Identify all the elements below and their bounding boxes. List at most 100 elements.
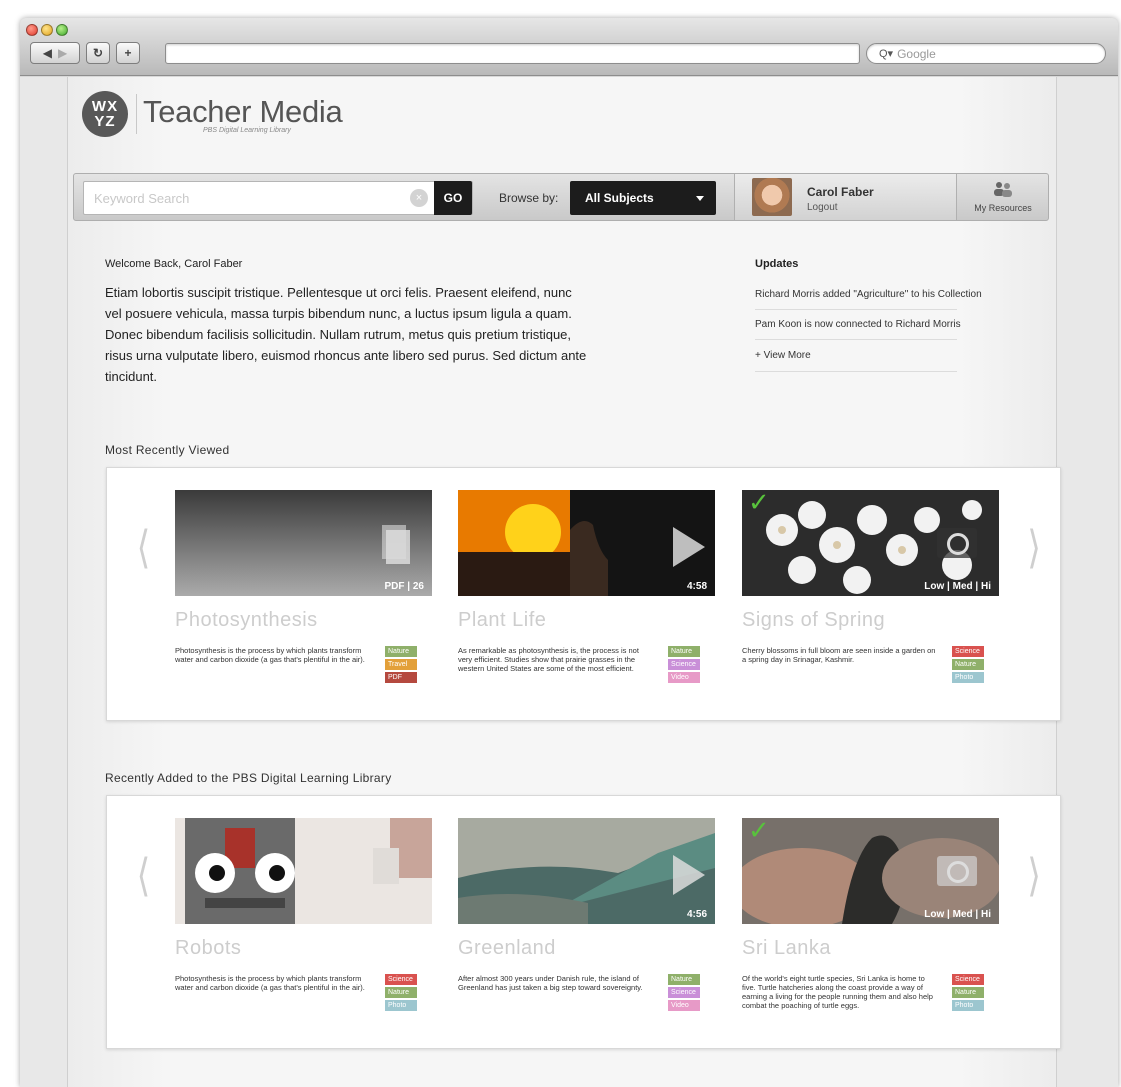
card-title[interactable]: Sri Lanka: [742, 937, 1000, 960]
media-card-robots[interactable]: Robots Photosynthesis is the process by …: [175, 818, 433, 1011]
update-divider: [755, 339, 957, 340]
clear-search-icon[interactable]: ×: [410, 189, 428, 207]
update-item[interactable]: Richard Morris added "Agriculture" to hi…: [755, 289, 982, 300]
card-title[interactable]: Signs of Spring: [742, 609, 1000, 632]
update-divider: [755, 371, 957, 372]
updates-title: Updates: [755, 258, 799, 270]
zoom-window-button[interactable]: [56, 24, 68, 36]
view-more-link[interactable]: + View More: [755, 350, 811, 361]
site-subtitle: PBS Digital Learning Library: [203, 126, 291, 134]
carousel-prev-arrow[interactable]: ❬: [135, 523, 152, 569]
media-thumbnail[interactable]: PDF | 26: [175, 490, 432, 596]
browser-search-field[interactable]: Q▾ Google: [866, 43, 1106, 64]
keyword-search-input[interactable]: [84, 182, 410, 214]
page-margin-right: [1057, 77, 1118, 1087]
thumb-caption: 4:58: [686, 581, 707, 592]
update-divider: [755, 309, 957, 310]
carousel-next-arrow[interactable]: ❭: [1025, 523, 1042, 569]
media-card-plant-life[interactable]: 4:58 Plant Life As remarkable as photosy…: [458, 490, 716, 683]
tag[interactable]: Nature: [385, 987, 417, 998]
chevron-down-icon: [696, 196, 704, 201]
window-controls: [26, 24, 68, 36]
welcome-title: Welcome Back, Carol Faber: [105, 258, 243, 270]
card-description: As remarkable as photosynthesis is, the …: [458, 646, 639, 673]
card-description: After almost 300 years under Danish rule…: [458, 974, 643, 992]
go-button[interactable]: GO: [434, 181, 472, 215]
document-icon: [382, 525, 410, 565]
update-item[interactable]: Pam Koon is now connected to Richard Mor…: [755, 319, 961, 330]
address-bar[interactable]: [165, 43, 860, 64]
play-icon[interactable]: [673, 527, 705, 567]
keyword-search: × GO: [83, 181, 473, 215]
thumb-caption: PDF | 26: [384, 581, 424, 592]
card-title[interactable]: Robots: [175, 937, 433, 960]
tag[interactable]: Video: [668, 672, 700, 683]
thumb-caption[interactable]: Low | Med | Hi: [924, 581, 991, 592]
media-card-photosynthesis[interactable]: PDF | 26 Photosynthesis Photosynthesis i…: [175, 490, 433, 683]
card-description: Photosynthesis is the process by which p…: [175, 974, 365, 992]
media-card-sri-lanka[interactable]: ✓ Low | Med | Hi Sri Lanka Of the world'…: [742, 818, 1000, 1011]
minimize-window-button[interactable]: [41, 24, 53, 36]
logo-line-2: YZ: [94, 113, 116, 130]
media-thumbnail[interactable]: 4:56: [458, 818, 715, 924]
card-description: Of the world's eight turtle species, Sri…: [742, 974, 933, 1010]
logo-divider: [136, 94, 137, 134]
tag[interactable]: Science: [385, 974, 417, 985]
main-toolbar: × GO Browse by: All Subjects Carol Faber…: [73, 173, 1049, 221]
tag-list: Science Nature Photo: [385, 974, 417, 1011]
close-window-button[interactable]: [26, 24, 38, 36]
recently-viewed-carousel: ❬ ❭ PDF | 26 Photosynthesis Photosynthes…: [106, 467, 1061, 721]
play-icon[interactable]: [673, 855, 705, 895]
subject-dropdown[interactable]: All Subjects: [570, 181, 716, 215]
user-account: Carol Faber Logout: [734, 174, 956, 220]
my-resources-button[interactable]: My Resources: [956, 174, 1048, 220]
media-thumbnail[interactable]: [175, 818, 432, 924]
tag[interactable]: Video: [668, 1000, 700, 1011]
card-title[interactable]: Greenland: [458, 937, 716, 960]
wxyz-logo[interactable]: WX YZ: [82, 91, 128, 137]
tag[interactable]: Nature: [952, 659, 984, 670]
media-thumbnail[interactable]: ✓ Low | Med | Hi: [742, 818, 999, 924]
browse-by-label: Browse by:: [499, 191, 559, 205]
avatar[interactable]: [752, 178, 792, 216]
tag[interactable]: Travel: [385, 659, 417, 670]
carousel-prev-arrow[interactable]: ❬: [135, 851, 152, 897]
thumb-caption[interactable]: Low | Med | Hi: [924, 909, 991, 920]
recently-viewed-title: Most Recently Viewed: [105, 443, 230, 457]
media-thumbnail[interactable]: 4:58: [458, 490, 715, 596]
tag-list: Science Nature Photo: [952, 974, 984, 1011]
tag[interactable]: PDF: [385, 672, 417, 683]
tag[interactable]: Science: [952, 646, 984, 657]
carousel-next-arrow[interactable]: ❭: [1025, 851, 1042, 897]
new-tab-button[interactable]: +: [116, 42, 140, 64]
tag[interactable]: Nature: [952, 987, 984, 998]
camera-icon[interactable]: [937, 856, 977, 886]
thumb-caption: 4:56: [686, 909, 707, 920]
card-title[interactable]: Photosynthesis: [175, 609, 433, 632]
media-thumbnail[interactable]: ✓ Low | Med | Hi: [742, 490, 999, 596]
media-card-signs-of-spring[interactable]: ✓ Low | Med | Hi Signs of Spring Cherry …: [742, 490, 1000, 683]
reload-button[interactable]: ↻: [86, 42, 110, 64]
back-forward-button[interactable]: ◀ ▶: [30, 42, 80, 64]
logout-link[interactable]: Logout: [807, 202, 838, 213]
tag[interactable]: Photo: [952, 672, 984, 683]
forward-icon[interactable]: ▶: [58, 46, 67, 60]
tag[interactable]: Science: [952, 974, 984, 985]
robot-image: [175, 818, 432, 924]
tag[interactable]: Nature: [385, 646, 417, 657]
tag[interactable]: Photo: [952, 1000, 984, 1011]
tag[interactable]: Science: [668, 987, 700, 998]
media-card-greenland[interactable]: 4:56 Greenland After almost 300 years un…: [458, 818, 716, 1011]
recently-added-title: Recently Added to the PBS Digital Learni…: [105, 771, 392, 785]
card-title[interactable]: Plant Life: [458, 609, 716, 632]
tag[interactable]: Science: [668, 659, 700, 670]
back-icon[interactable]: ◀: [43, 46, 52, 60]
logo-line-1: WX: [91, 98, 119, 115]
checkmark-icon: ✓: [748, 818, 770, 846]
tag[interactable]: Nature: [668, 974, 700, 985]
search-icon: Q▾: [879, 48, 894, 60]
camera-icon[interactable]: [937, 528, 977, 558]
tag[interactable]: Photo: [385, 1000, 417, 1011]
tag[interactable]: Nature: [668, 646, 700, 657]
page-margin-left: [20, 77, 67, 1087]
